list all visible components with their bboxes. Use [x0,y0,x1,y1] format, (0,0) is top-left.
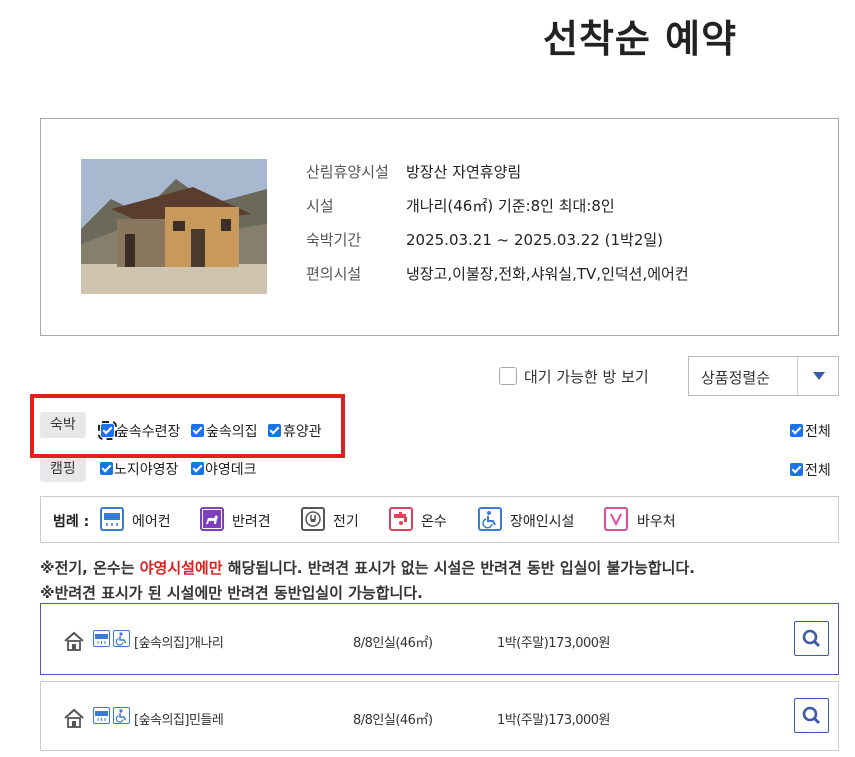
info-label: 시설 [306,197,334,215]
room-search-button[interactable] [794,621,829,656]
home-icon [64,708,84,728]
wheelchair-icon [113,630,130,647]
voucher-icon [604,507,628,531]
wheelchair-icon [113,707,130,724]
air-conditioner-icon [100,507,124,531]
room-search-button[interactable] [794,698,829,733]
room-name: [숲속의집]개나리 [134,636,224,651]
notice-highlight: 야영시설에만 [139,559,223,577]
option-open-campsite[interactable]: 노지야영장 [114,459,178,479]
checkbox-open-campsite[interactable] [100,462,113,475]
info-value: 냉장고,이불장,전화,샤워실,TV,인덕션,에어컨 [406,265,689,283]
air-conditioner-icon [93,630,110,647]
sort-divider [797,357,798,395]
room-price: 1박(주말)173,000원 [497,713,611,728]
facility-info-panel: 산림휴양시설 방장산 자연휴양림 시설 개나리(46㎡) 기준:8인 최대:8인 숙… [40,118,839,336]
notice-suffix: 해당됩니다. 반려견 표시가 없는 시설은 반려견 동반 입실이 불가능합니다. [222,559,695,577]
notice-line-1: ※전기, 온수는 야영시설에만 해당됩니다. 반려견 표시가 없는 시설은 반려… [40,557,695,578]
info-label: 편의시설 [306,265,362,283]
option-camping-all[interactable]: 전체 [805,460,831,480]
info-row-room: 시설 개나리(46㎡) 기준:8인 최대:8인 [306,195,615,216]
room-price: 1박(주말)173,000원 [497,636,611,651]
home-icon [64,631,84,651]
legend-label: 바우처 [637,514,676,530]
legend-label: 에어컨 [132,514,171,530]
legend-label: 장애인시설 [510,514,575,530]
sort-selected-value: 상품정렬순 [701,369,771,387]
legend-label: 전기 [333,514,359,530]
notice-line-2: ※반려견 표시가 된 시설에만 반려견 동반입실이 가능합니다. [40,584,423,602]
legend-bar: 범례 : 에어컨 반려견 전기 온수 장애인시설 바우처 [40,496,839,543]
pet-dog-icon [200,507,224,531]
legend-label: 반려견 [232,514,271,530]
info-row-amenities: 편의시설 냉장고,이불장,전화,샤워실,TV,인덕션,에어컨 [306,263,689,284]
info-row-stay-period: 숙박기간 2025.03.21 ~ 2025.03.22 (1박2일) [306,229,663,250]
info-row-facility: 산림휴양시설 방장산 자연휴양림 [306,161,521,182]
electric-plug-icon [301,507,325,531]
search-icon [802,629,821,648]
wheelchair-icon [478,507,502,531]
checkbox-camping-all[interactable] [790,463,803,476]
facility-photo [81,159,267,294]
info-label: 산림휴양시설 [306,163,389,181]
room-row[interactable]: [숲속의집]개나리 8/8인실(46㎡) 1박(주말)173,000원 [40,603,839,675]
info-value: 방장산 자연휴양림 [406,163,522,181]
chevron-down-icon [813,372,825,380]
room-capacity: 8/8인실(46㎡) [353,713,433,728]
info-value: 2025.03.21 ~ 2025.03.22 (1박2일) [406,231,664,249]
legend-title: 범례 : [53,514,90,530]
room-capacity: 8/8인실(46㎡) [353,636,433,651]
air-conditioner-icon [93,707,110,724]
option-camping-deck[interactable]: 야영데크 [205,459,257,479]
option-lodging-all[interactable]: 전체 [805,421,831,441]
checkbox-camping-deck[interactable] [191,462,204,475]
waiting-room-checkbox[interactable] [499,367,517,385]
room-name: [숲속의집]민들레 [134,713,224,728]
room-row[interactable]: [숲속의집]민들레 8/8인실(46㎡) 1박(주말)173,000원 [40,681,839,751]
search-icon [802,706,821,725]
legend-label: 온수 [421,514,447,530]
info-label: 숙박기간 [306,231,362,249]
sort-select[interactable]: 상품정렬순 [688,356,839,396]
waiting-room-label[interactable]: 대기 가능한 방 보기 [524,366,649,387]
hot-water-icon [389,507,413,531]
camping-tag: 캠핑 [40,456,86,482]
notice-prefix: ※전기, 온수는 [40,559,140,577]
info-value: 개나리(46㎡) 기준:8인 최대:8인 [406,197,615,215]
highlight-box [30,394,345,458]
checkbox-lodging-all[interactable] [790,424,803,437]
